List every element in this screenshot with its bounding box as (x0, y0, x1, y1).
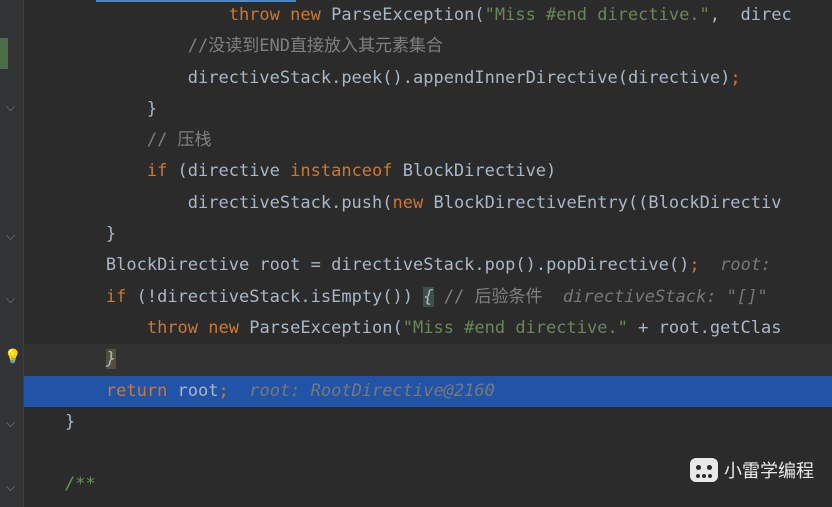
intention-bulb-icon[interactable]: 💡 (4, 350, 18, 364)
code-token: direc (730, 5, 791, 25)
code-token: new (290, 5, 331, 25)
code-token: . (300, 287, 310, 307)
code-line[interactable]: BlockDirective root = directiveStack.pop… (24, 250, 832, 281)
code-token: { (423, 287, 433, 307)
code-token: ()) (382, 287, 423, 307)
code-token: if (147, 161, 178, 181)
code-token: ( (382, 193, 392, 213)
code-token: throw (229, 5, 290, 25)
gutter-active-indicator (0, 38, 8, 69)
code-token: new (208, 318, 249, 338)
code-token: + (628, 318, 659, 338)
code-token: directive (188, 161, 290, 181)
code-token: ; (730, 68, 740, 88)
code-line[interactable]: if (directive instanceof BlockDirective) (24, 156, 832, 187)
code-line[interactable]: } (24, 344, 832, 375)
code-line[interactable]: directiveStack.push(new BlockDirectiveEn… (24, 188, 832, 219)
code-line[interactable]: throw new ParseException("Miss #end dire… (24, 0, 832, 31)
code-token: peek (341, 68, 382, 88)
code-token: root: (700, 255, 782, 275)
code-line[interactable]: directiveStack.peek().appendInnerDirecti… (24, 63, 832, 94)
code-token: (( (628, 193, 648, 213)
code-token: directiveStack (188, 68, 331, 88)
code-token: ; (219, 381, 229, 401)
code-token: //没读到END直接放入其元素集合 (188, 36, 443, 56)
code-line[interactable]: } (24, 94, 832, 125)
code-token: (). (382, 68, 413, 88)
code-token: . (331, 68, 341, 88)
code-token: instanceof (290, 161, 403, 181)
wechat-icon (690, 458, 718, 482)
code-token: "Miss #end directive." (485, 5, 710, 25)
code-token: (). (515, 255, 546, 275)
code-token: , (710, 5, 730, 25)
code-token: throw (147, 318, 208, 338)
code-line[interactable]: // 压栈 (24, 125, 832, 156)
code-token: return (106, 381, 178, 401)
code-token: // 压栈 (147, 130, 212, 150)
code-area[interactable]: throw new ParseException("Miss #end dire… (24, 0, 832, 507)
code-token: ( (618, 68, 628, 88)
code-token: BlockDirectiv (648, 193, 781, 213)
code-token: BlockDirective (403, 161, 546, 181)
code-token: isEmpty (311, 287, 383, 307)
code-token: if (106, 287, 137, 307)
code-token: BlockDirective (106, 255, 260, 275)
code-token: // 后验条件 (434, 287, 543, 307)
code-token: = (311, 255, 331, 275)
code-token: root (178, 381, 219, 401)
code-editor[interactable]: 💡 throw new ParseException("Miss #end di… (0, 0, 832, 507)
code-token: ParseException (249, 318, 392, 338)
fold-toggle-icon[interactable] (4, 416, 18, 430)
code-token: directive (628, 68, 720, 88)
fold-toggle-icon[interactable] (4, 100, 18, 114)
code-token: } (65, 412, 75, 432)
code-token: BlockDirectiveEntry (433, 193, 627, 213)
code-token: "Miss #end directive." (403, 318, 628, 338)
code-line[interactable]: } (24, 407, 832, 438)
code-token: } (106, 224, 116, 244)
editor-gutter[interactable]: 💡 (0, 0, 24, 507)
code-token: . (700, 318, 710, 338)
fold-toggle-icon[interactable] (4, 480, 18, 494)
code-token: ; (689, 255, 699, 275)
code-token: push (341, 193, 382, 213)
code-token: . (331, 193, 341, 213)
code-token: ) (720, 68, 730, 88)
code-token: ( (393, 318, 403, 338)
code-token: appendInnerDirective (413, 68, 618, 88)
code-token: (! (137, 287, 157, 307)
code-token: () (669, 255, 689, 275)
code-line[interactable]: if (!directiveStack.isEmpty()) { // 后验条件… (24, 282, 832, 313)
code-token: . (474, 255, 484, 275)
code-token: directiveStack (331, 255, 474, 275)
code-token: directiveStack (188, 193, 331, 213)
code-token: /** (65, 474, 96, 494)
code-token: ParseException (331, 5, 474, 25)
code-token: popDirective (546, 255, 669, 275)
code-token: pop (485, 255, 516, 275)
code-token: root (259, 255, 310, 275)
code-token: } (147, 99, 157, 119)
fold-toggle-icon[interactable] (4, 292, 18, 306)
code-token: root: RootDirective@2160 (229, 381, 495, 401)
code-token: directiveStack: "[]" (542, 287, 767, 307)
fold-toggle-icon[interactable] (4, 229, 18, 243)
code-token: directiveStack (157, 287, 300, 307)
code-token: new (393, 193, 434, 213)
watermark: 小雷学编程 (690, 457, 814, 483)
watermark-text: 小雷学编程 (724, 457, 814, 483)
code-token: getClas (710, 318, 782, 338)
code-token: ( (474, 5, 484, 25)
code-token: ( (178, 161, 188, 181)
code-token: ) (546, 161, 556, 181)
code-token: } (106, 349, 116, 369)
code-token: root (659, 318, 700, 338)
code-line[interactable]: //没读到END直接放入其元素集合 (24, 31, 832, 62)
code-line[interactable]: return root; root: RootDirective@2160 (24, 376, 832, 407)
code-line[interactable]: throw new ParseException("Miss #end dire… (24, 313, 832, 344)
code-line[interactable]: } (24, 219, 832, 250)
